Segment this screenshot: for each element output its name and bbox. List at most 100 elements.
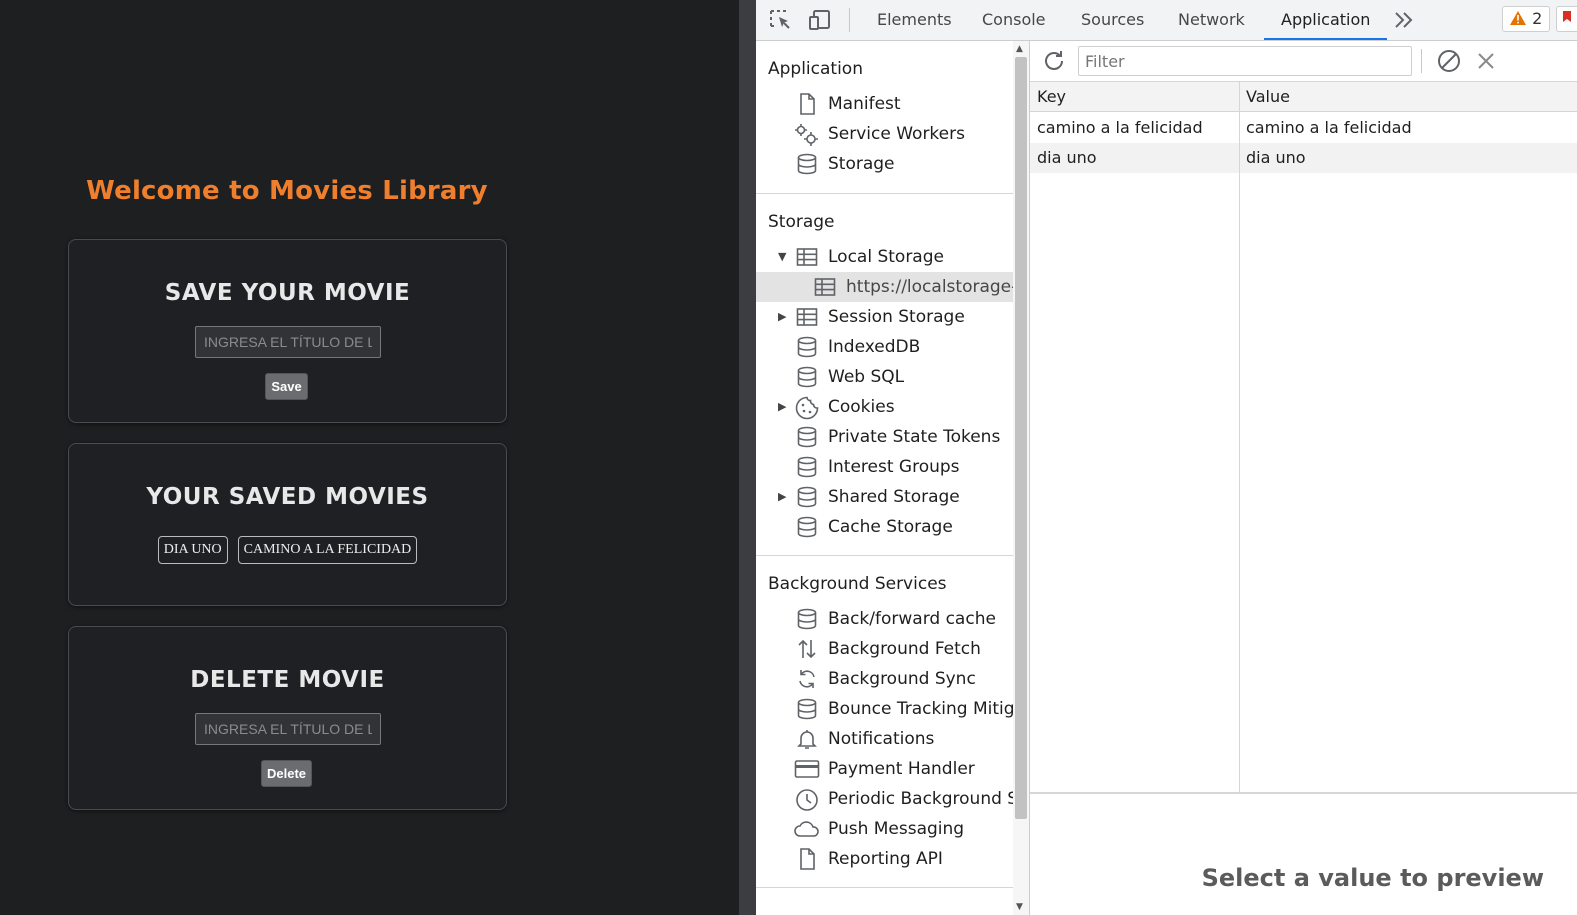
sidebar-item-interest-groups[interactable]: Interest Groups bbox=[756, 452, 1013, 482]
key-cell[interactable]: dia uno bbox=[1030, 143, 1097, 173]
table-icon bbox=[814, 276, 836, 298]
column-header-key[interactable]: Key bbox=[1030, 82, 1066, 112]
sidebar-item-label: Local Storage bbox=[828, 247, 944, 267]
tab-console[interactable]: Console bbox=[982, 0, 1046, 40]
refresh-icon[interactable] bbox=[1042, 49, 1066, 77]
scroll-up-arrow-icon[interactable]: ▲ bbox=[1016, 44, 1023, 54]
sidebar-item-label: Periodic Background Sy bbox=[828, 789, 1013, 809]
toolbar-divider bbox=[849, 8, 850, 32]
delete-movie-input[interactable] bbox=[195, 713, 381, 745]
tab-sources[interactable]: Sources bbox=[1081, 0, 1144, 40]
database-icon bbox=[796, 456, 818, 478]
sidebar-item-label: Private State Tokens bbox=[828, 427, 1001, 447]
sidebar-item-label: Back/forward cache bbox=[828, 609, 996, 629]
warning-icon bbox=[1510, 11, 1526, 25]
warning-count: 2 bbox=[1532, 9, 1543, 28]
cookie-icon bbox=[795, 396, 819, 420]
sidebar-item-cookies[interactable]: ▶ Cookies bbox=[756, 392, 1013, 422]
sidebar-item-reporting-api[interactable]: Reporting API bbox=[756, 844, 1013, 874]
sidebar-item-label: IndexedDB bbox=[828, 337, 921, 357]
save-movie-input[interactable] bbox=[195, 326, 381, 358]
tab-elements[interactable]: Elements bbox=[877, 0, 952, 40]
delete-selected-icon[interactable] bbox=[1476, 51, 1496, 75]
device-toolbar-icon[interactable] bbox=[809, 9, 833, 31]
sidebar-item-background-fetch[interactable]: Background Fetch bbox=[756, 634, 1013, 664]
warnings-badge[interactable]: 2 bbox=[1502, 6, 1550, 32]
sidebar-item-private-state-tokens[interactable]: Private State Tokens bbox=[756, 422, 1013, 452]
section-heading-application: Application bbox=[768, 59, 863, 79]
database-icon bbox=[796, 153, 818, 175]
sidebar-item-bounce-tracking[interactable]: Bounce Tracking Mitiga bbox=[756, 694, 1013, 724]
collapsed-triangle-icon[interactable]: ▶ bbox=[778, 302, 786, 332]
issue-flag-icon bbox=[1563, 11, 1571, 22]
sidebar-item-periodic-background-sync[interactable]: Periodic Background Sy bbox=[756, 784, 1013, 814]
database-icon bbox=[796, 336, 818, 358]
document-icon bbox=[796, 93, 818, 115]
sidebar-item-label: Payment Handler bbox=[828, 759, 975, 779]
storage-toolbar bbox=[1030, 41, 1577, 82]
document-icon bbox=[796, 848, 818, 870]
tab-network[interactable]: Network bbox=[1178, 0, 1245, 40]
page-title: Welcome to Movies Library bbox=[86, 176, 488, 206]
value-cell[interactable]: camino a la felicidad bbox=[1239, 113, 1412, 143]
save-button[interactable]: Save bbox=[265, 373, 308, 400]
column-divider[interactable] bbox=[1239, 82, 1240, 794]
delete-button[interactable]: Delete bbox=[261, 760, 312, 787]
preview-placeholder: Select a value to preview bbox=[1201, 864, 1544, 892]
sidebar-item-label: Background Sync bbox=[828, 669, 976, 689]
tab-application[interactable]: Application bbox=[1264, 0, 1388, 40]
sidebar-item-local-storage[interactable]: ▼ Local Storage bbox=[756, 242, 1013, 272]
sidebar-item-payment-handler[interactable]: Payment Handler bbox=[756, 754, 1013, 784]
clear-all-icon[interactable] bbox=[1437, 49, 1461, 77]
sidebar-item-cache-storage[interactable]: Cache Storage bbox=[756, 512, 1013, 542]
key-cell[interactable]: camino a la felicidad bbox=[1030, 113, 1203, 143]
sidebar-item-shared-storage[interactable]: ▶ Shared Storage bbox=[756, 482, 1013, 512]
delete-movie-card: DELETE MOVIE Delete bbox=[68, 626, 507, 810]
inspect-element-icon[interactable] bbox=[769, 9, 793, 31]
sidebar-item-service-workers[interactable]: Service Workers bbox=[756, 119, 1013, 149]
sidebar-scrollbar[interactable]: ▲ ▼ bbox=[1013, 41, 1029, 915]
sidebar-item-label: Interest Groups bbox=[828, 457, 960, 477]
issues-badge[interactable] bbox=[1556, 6, 1577, 32]
column-header-value[interactable]: Value bbox=[1239, 82, 1290, 112]
sidebar-item-background-sync[interactable]: Background Sync bbox=[756, 664, 1013, 694]
saved-movie-chip[interactable]: DIA UNO bbox=[157, 536, 228, 564]
table-icon bbox=[796, 306, 818, 328]
save-movie-card: SAVE YOUR MOVIE Save bbox=[68, 239, 507, 423]
table-row[interactable]: dia uno dia uno bbox=[1030, 143, 1577, 173]
sidebar-item-push-messaging[interactable]: Push Messaging bbox=[756, 814, 1013, 844]
saved-movie-chip[interactable]: CAMINO A LA FELICIDAD bbox=[237, 536, 418, 564]
filter-input[interactable] bbox=[1078, 46, 1412, 76]
collapsed-triangle-icon[interactable]: ▶ bbox=[778, 392, 786, 422]
chevron-double-right-icon[interactable] bbox=[1393, 10, 1417, 32]
cloud-icon bbox=[793, 818, 819, 840]
devtools-panel: Elements Console Sources Network Applica… bbox=[756, 0, 1577, 915]
sidebar-item-back-forward-cache[interactable]: Back/forward cache bbox=[756, 604, 1013, 634]
table-row[interactable]: camino a la felicidad camino a la felici… bbox=[1030, 113, 1577, 143]
scrollbar-thumb[interactable] bbox=[1015, 57, 1027, 819]
sidebar-item-label: Shared Storage bbox=[828, 487, 960, 507]
sidebar-item-session-storage[interactable]: ▶ Session Storage bbox=[756, 302, 1013, 332]
sidebar-item-storage[interactable]: Storage bbox=[756, 149, 1013, 179]
scroll-down-arrow-icon[interactable]: ▼ bbox=[1016, 902, 1023, 912]
storage-table: Key Value camino a la felicidad camino a… bbox=[1030, 82, 1577, 794]
saved-movies-heading: YOUR SAVED MOVIES bbox=[146, 484, 429, 510]
expanded-triangle-icon[interactable]: ▼ bbox=[778, 242, 786, 272]
value-cell[interactable]: dia uno bbox=[1239, 143, 1306, 173]
sidebar-item-manifest[interactable]: Manifest bbox=[756, 89, 1013, 119]
section-heading-storage: Storage bbox=[768, 212, 835, 232]
sidebar-item-label: Session Storage bbox=[828, 307, 965, 327]
application-sidebar: Application Manifest Service Workers Sto… bbox=[756, 41, 1013, 915]
sidebar-item-label: Background Fetch bbox=[828, 639, 981, 659]
sidebar-item-notifications[interactable]: Notifications bbox=[756, 724, 1013, 754]
database-icon bbox=[796, 366, 818, 388]
sidebar-item-label: Service Workers bbox=[828, 124, 965, 144]
sidebar-item-label: Notifications bbox=[828, 729, 935, 749]
sidebar-item-web-sql[interactable]: Web SQL bbox=[756, 362, 1013, 392]
sidebar-item-local-storage-origin[interactable]: https://localstorage-s bbox=[756, 272, 1013, 302]
sidebar-item-indexeddb[interactable]: IndexedDB bbox=[756, 332, 1013, 362]
collapsed-triangle-icon[interactable]: ▶ bbox=[778, 482, 786, 512]
database-icon bbox=[796, 486, 818, 508]
devtools-splitter[interactable] bbox=[739, 0, 756, 915]
gears-icon bbox=[794, 123, 818, 146]
